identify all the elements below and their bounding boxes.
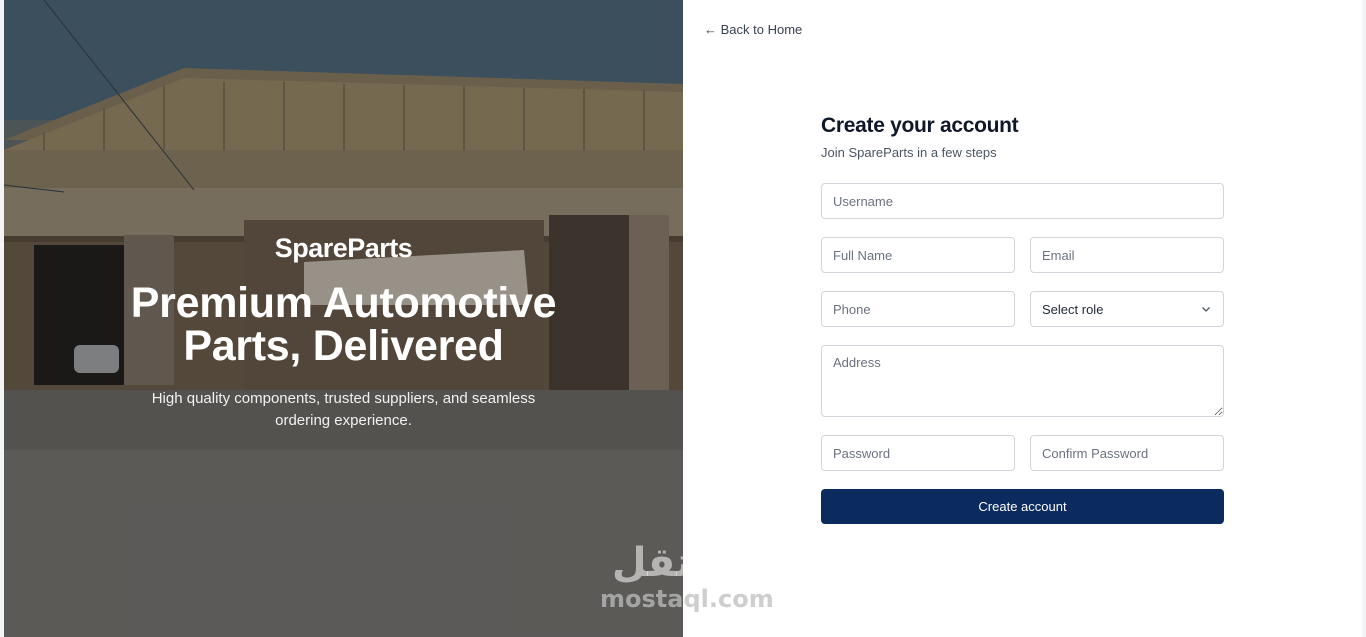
form-title: Create your account — [821, 114, 1019, 137]
hero-panel: SpareParts Premium Automotive Parts, Del… — [4, 0, 683, 637]
phone-input[interactable] — [821, 291, 1015, 327]
address-textarea[interactable] — [821, 345, 1224, 417]
username-input[interactable] — [821, 183, 1224, 219]
email-input[interactable] — [1030, 237, 1224, 273]
chevron-down-icon — [1202, 307, 1210, 312]
form-subtitle: Join SpareParts in a few steps — [821, 145, 997, 160]
hero-headline: Premium Automotive Parts, Delivered — [130, 279, 557, 370]
back-to-home-link[interactable]: ← Back to Home — [704, 21, 802, 39]
password-input[interactable] — [821, 435, 1015, 471]
brand-name: SpareParts — [274, 233, 413, 263]
hero-subline: High quality components, trusted supplie… — [151, 390, 536, 429]
create-account-button[interactable]: Create account — [821, 489, 1224, 524]
full-name-input[interactable] — [821, 237, 1015, 273]
page-edge-right — [1362, 0, 1366, 637]
signup-header: Create your account Join SpareParts in a… — [821, 112, 1224, 162]
role-select[interactable]: Select role — [1030, 291, 1224, 327]
hero-content: SpareParts Premium Automotive Parts, Del… — [4, 228, 683, 432]
confirm-password-input[interactable] — [1030, 435, 1224, 471]
role-select-value: Select role — [1042, 301, 1104, 317]
